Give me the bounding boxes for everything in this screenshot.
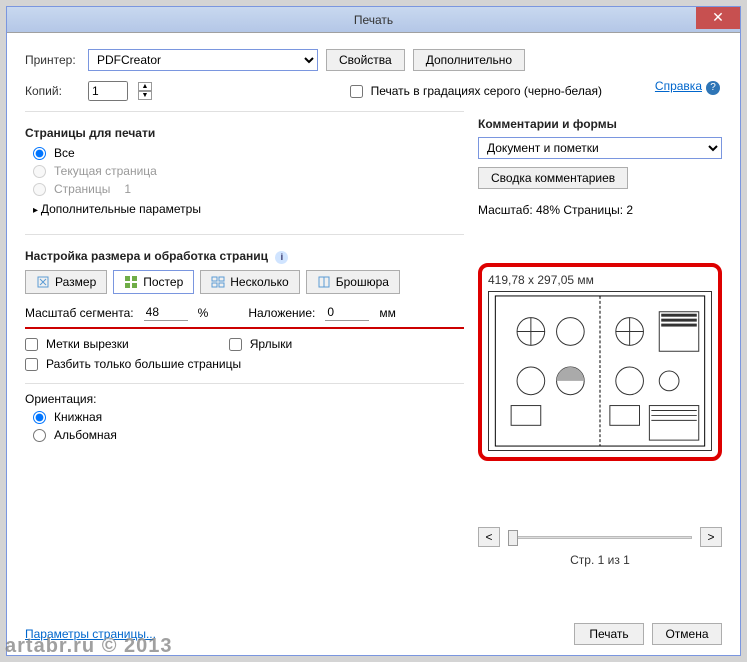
scale-input[interactable] [144,304,188,321]
help-link[interactable]: Справка? [655,79,720,95]
window-title: Печать [7,7,740,33]
pages-range-label: Страницы [54,182,110,196]
copies-spinner[interactable]: ▲▼ [138,82,152,100]
orientation-title: Ориентация: [25,392,464,406]
grayscale-label: Печать в градациях серого (черно-белая) [371,84,602,98]
size-icon [36,275,50,289]
tab-poster[interactable]: Постер [113,270,194,294]
preview-scale-info: Масштаб: 48% Страницы: 2 [478,203,722,217]
properties-button[interactable]: Свойства [326,49,405,71]
comments-select[interactable]: Документ и пометки [478,137,722,159]
print-button[interactable]: Печать [574,623,644,645]
page-indicator: Стр. 1 из 1 [478,553,722,567]
preview-next-button[interactable]: > [700,527,722,547]
close-button[interactable]: ✕ [696,7,740,29]
cancel-button[interactable]: Отмена [652,623,722,645]
pages-all-radio[interactable] [33,147,46,160]
pages-all-label: Все [54,146,75,160]
tab-size[interactable]: Размер [25,270,107,294]
tab-booklet[interactable]: Брошюра [306,270,400,294]
preview-frame: 419,78 x 297,05 мм [478,263,722,461]
comments-title: Комментарии и формы [478,117,722,131]
poster-icon [124,275,138,289]
info-icon: i [275,251,288,264]
printer-select[interactable]: PDFCreator [88,49,318,71]
pages-current-label: Текущая страница [54,164,157,178]
page-setup-link[interactable]: Параметры страницы... [25,627,156,641]
pages-more-expand[interactable]: Дополнительные параметры [33,202,464,216]
preview-size-label: 419,78 x 297,05 мм [488,273,712,287]
overlap-label: Наложение: [248,306,315,320]
scale-label: Масштаб сегмента: [25,306,134,320]
pages-title: Страницы для печати [25,126,464,140]
labels-checkbox[interactable] [229,338,242,351]
sizing-title: Настройка размера и обработка страниц i [25,249,464,264]
landscape-radio[interactable] [33,429,46,442]
overlap-input[interactable] [325,304,369,321]
advanced-button[interactable]: Дополнительно [413,49,525,71]
printer-label: Принтер: [25,53,80,67]
overlap-unit: мм [379,306,396,320]
grayscale-checkbox[interactable] [350,85,363,98]
scale-unit: % [198,306,209,320]
booklet-icon [317,275,331,289]
preview-prev-button[interactable]: < [478,527,500,547]
titlebar: Печать ✕ [7,7,740,33]
copies-label: Копий: [25,84,80,98]
portrait-radio[interactable] [33,411,46,424]
comments-summary-button[interactable]: Сводка комментариев [478,167,628,189]
pages-current-radio [33,165,46,178]
only-large-checkbox[interactable] [25,358,38,371]
pages-range-value: 1 [124,182,131,196]
help-icon: ? [706,81,720,95]
print-dialog: Печать ✕ Справка? Принтер: PDFCreator Св… [6,6,741,656]
copies-input[interactable] [88,81,128,101]
preview-canvas [488,291,712,451]
preview-slider[interactable] [508,528,692,546]
tab-multiple[interactable]: Несколько [200,270,299,294]
cutmarks-checkbox[interactable] [25,338,38,351]
pages-range-radio [33,183,46,196]
multiple-icon [211,275,225,289]
